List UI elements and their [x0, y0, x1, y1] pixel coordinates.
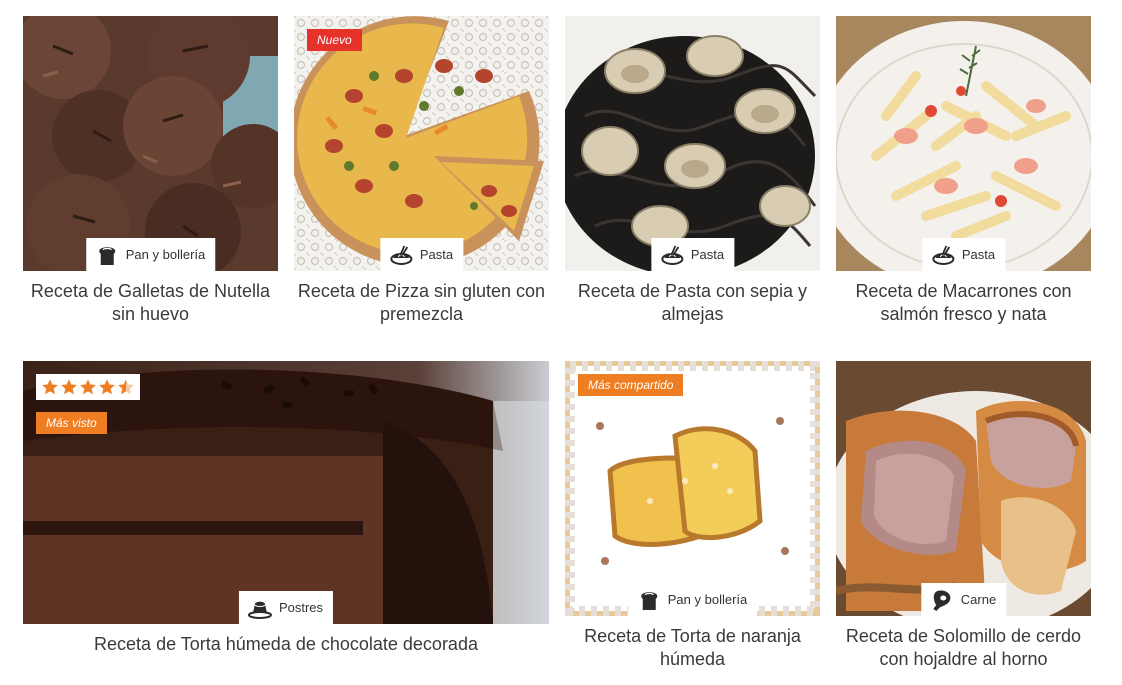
- recipe-title-link[interactable]: Receta de Pizza sin gluten con premezcla: [294, 280, 549, 326]
- recipe-image[interactable]: Carne: [836, 361, 1091, 616]
- category-label: Pasta: [419, 247, 454, 262]
- recipe-title-link[interactable]: Receta de Torta húmeda de chocolate deco…: [23, 633, 549, 656]
- recipe-card[interactable]: Más compartido Pan y bollería Receta de …: [565, 361, 820, 671]
- star-icon: [79, 378, 97, 396]
- pasta-icon: [388, 242, 414, 268]
- recipe-title-link[interactable]: Receta de Pasta con sepia y almejas: [565, 280, 820, 326]
- recipe-card[interactable]: Carne Receta de Solomillo de cerdo con h…: [836, 361, 1091, 671]
- recipe-image[interactable]: Más visto Postres: [23, 361, 549, 624]
- recipe-image[interactable]: Pan y bollería: [23, 16, 278, 271]
- pasta-clams-photo: [565, 16, 820, 271]
- star-icon: [41, 378, 59, 396]
- star-icon: [60, 378, 78, 396]
- most-shared-badge: Más compartido: [578, 374, 684, 396]
- recipe-title-link[interactable]: Receta de Galletas de Nutella sin huevo: [23, 280, 278, 326]
- meat-icon: [929, 587, 955, 613]
- recipe-image[interactable]: Pasta: [836, 16, 1091, 271]
- pasta-icon: [659, 242, 685, 268]
- pasta-icon: [930, 242, 956, 268]
- rating-stars: [36, 374, 140, 400]
- chocolate-cake-photo: [23, 361, 549, 624]
- pork-tenderloin-photo: [836, 361, 1091, 616]
- category-tag[interactable]: Carne: [920, 583, 1007, 616]
- category-label: Pasta: [961, 247, 996, 262]
- category-label: Pan y bollería: [667, 592, 748, 607]
- category-label: Pan y bollería: [125, 247, 206, 262]
- recipe-title-link[interactable]: Receta de Solomillo de cerdo con hojaldr…: [836, 625, 1091, 671]
- recipe-card[interactable]: Pasta Receta de Macarrones con salmón fr…: [836, 16, 1091, 326]
- star-icon: [98, 378, 116, 396]
- recipe-image[interactable]: Nuevo Pasta: [294, 16, 549, 271]
- category-tag[interactable]: Pasta: [379, 238, 464, 271]
- category-tag[interactable]: Pasta: [650, 238, 735, 271]
- orange-cake-photo: [565, 361, 820, 616]
- recipe-title-link[interactable]: Receta de Macarrones con salmón fresco y…: [836, 280, 1091, 326]
- category-tag[interactable]: Pan y bollería: [627, 583, 758, 616]
- category-tag[interactable]: Pan y bollería: [85, 238, 216, 271]
- category-tag[interactable]: Postres: [238, 591, 334, 624]
- bread-icon: [94, 242, 120, 268]
- pizza-photo: [294, 16, 549, 271]
- bread-icon: [636, 587, 662, 613]
- recipe-card[interactable]: Pan y bollería Receta de Galletas de Nut…: [23, 16, 278, 326]
- most-viewed-badge: Más visto: [36, 412, 107, 434]
- cookies-photo: [23, 16, 278, 271]
- recipe-title-link[interactable]: Receta de Torta de naranja húmeda: [565, 625, 820, 671]
- star-half-icon: [117, 378, 135, 396]
- recipe-card[interactable]: Pasta Receta de Pasta con sepia y almeja…: [565, 16, 820, 326]
- pudding-icon: [247, 595, 273, 621]
- category-tag[interactable]: Pasta: [921, 238, 1006, 271]
- new-badge: Nuevo: [307, 29, 362, 51]
- category-label: Postres: [278, 600, 324, 615]
- macaroni-photo: [836, 16, 1091, 271]
- recipe-image[interactable]: Más compartido Pan y bollería: [565, 361, 820, 616]
- category-label: Carne: [960, 592, 997, 607]
- recipe-card[interactable]: Más visto Postres Receta de Torta húmeda…: [23, 361, 549, 656]
- recipe-image[interactable]: Pasta: [565, 16, 820, 271]
- recipe-card[interactable]: Nuevo Pasta Receta de Pizza sin gluten c…: [294, 16, 549, 326]
- category-label: Pasta: [690, 247, 725, 262]
